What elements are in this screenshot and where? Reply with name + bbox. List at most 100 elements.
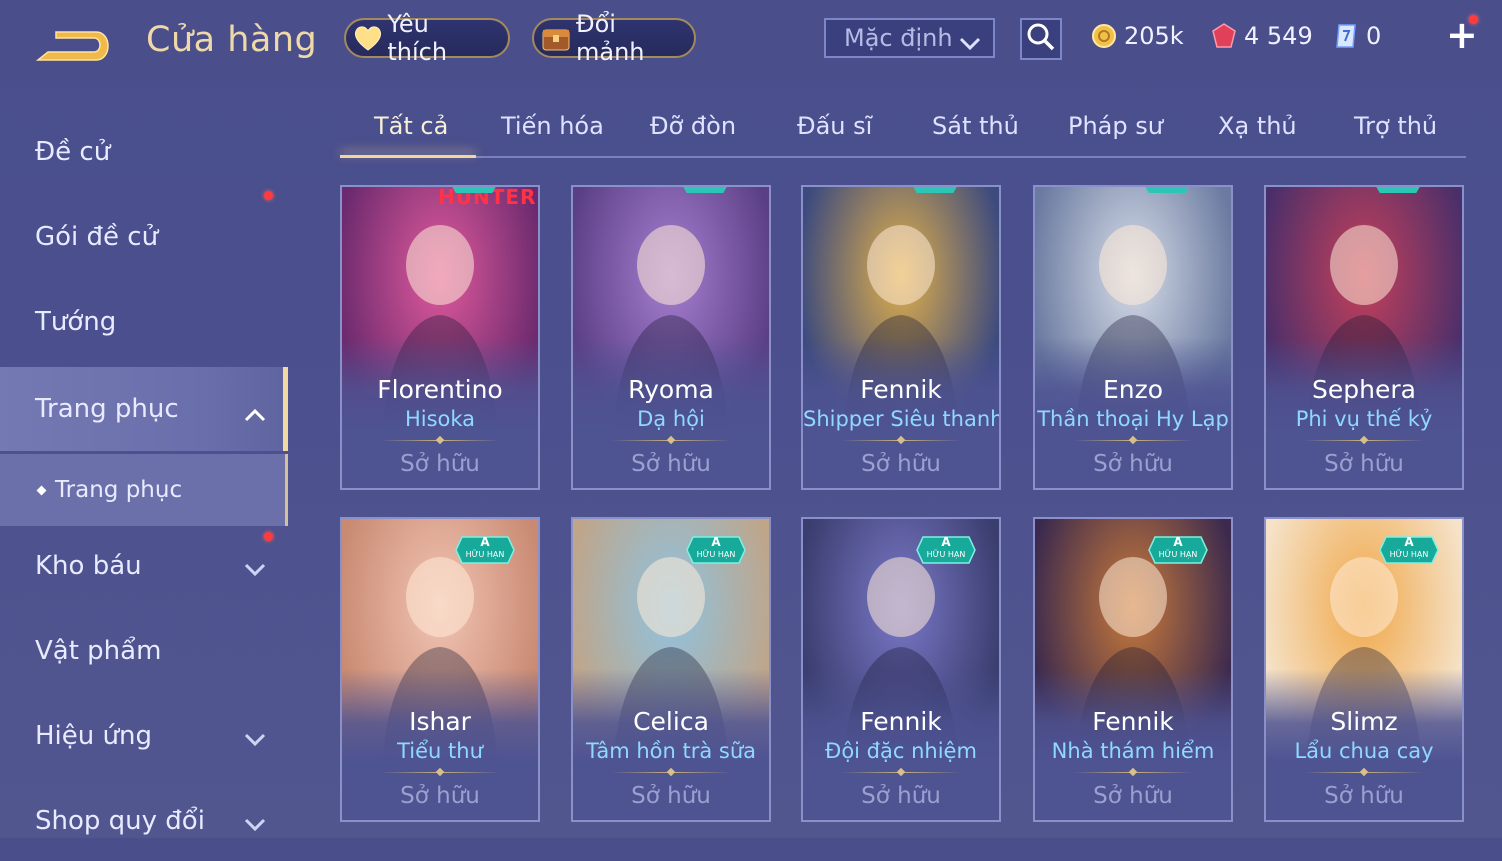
- badge-text: HỮU HẠN: [465, 550, 505, 559]
- sidebar-item-recommended-packs[interactable]: Gói đề cử: [0, 191, 288, 277]
- tab-marksman[interactable]: Xạ thủ: [1218, 112, 1297, 140]
- tab-support[interactable]: Trợ thủ: [1354, 112, 1437, 140]
- sidebar-item-effects[interactable]: Hiệu ứng: [0, 696, 288, 776]
- notification-dot: [264, 191, 273, 200]
- tab-all[interactable]: Tất cả: [374, 112, 448, 140]
- chevron-down-icon: [959, 30, 981, 58]
- skin-name: Shipper Siêu thanh: [803, 407, 1001, 431]
- hero-name: Celica: [633, 707, 709, 736]
- sort-value: Mặc định: [844, 24, 953, 52]
- hero-name: Slimz: [1330, 707, 1398, 736]
- active-tab-indicator: [340, 155, 476, 158]
- chevron-up-icon: [244, 399, 266, 429]
- sidebar-item-recommended[interactable]: Đề cử: [0, 112, 288, 192]
- skin-card[interactable]: A HỮU HẠN Celica Tâm hồn trà sữa Sở hữu: [571, 517, 771, 822]
- sidebar-item-label: Hiệu ứng: [35, 721, 152, 751]
- chevron-down-icon: [244, 809, 266, 839]
- sidebar-item-label: Trang phục: [35, 394, 179, 424]
- badge-grade: A: [480, 535, 490, 549]
- back-icon[interactable]: [34, 26, 114, 66]
- limited-badge-edge: [1143, 187, 1191, 193]
- skin-card[interactable]: A HỮU HẠN Fennik Đội đặc nhiệm Sở hữu: [801, 517, 1001, 822]
- skin-card[interactable]: Enzo Thần thoại Hy Lạp Sở hữu: [1033, 185, 1233, 490]
- skin-card[interactable]: A HỮU HẠN Fennik Nhà thám hiểm Sở hữu: [1033, 517, 1233, 822]
- role-tabs: Tất cả Tiến hóa Đỡ đòn Đấu sĩ Sát thủ Ph…: [340, 100, 1466, 158]
- sidebar-item-exchange-shop[interactable]: Shop quy đổi: [0, 781, 288, 861]
- top-bar: Cửa hàng Yêu thích Đổi mảnh Mặc định 205…: [0, 0, 1502, 90]
- hero-name: Enzo: [1102, 375, 1164, 404]
- sidebar-item-label: Kho báu: [35, 551, 142, 581]
- badge-text: HỮU HẠN: [696, 550, 736, 559]
- skin-name: Tâm hồn trà sữa: [585, 739, 757, 763]
- hero-name: Ryoma: [628, 375, 714, 404]
- skin-card[interactable]: Fennik Shipper Siêu thanh Sở hữu: [801, 185, 1001, 490]
- tab-mage[interactable]: Pháp sư: [1068, 112, 1163, 140]
- skin-card[interactable]: A HỮU HẠN Ishar Tiểu thư Sở hữu: [340, 517, 540, 822]
- hero-name: Sephera: [1312, 375, 1416, 404]
- diamond-bullet-icon: [36, 485, 47, 495]
- sidebar-item-label: Tướng: [35, 307, 117, 337]
- gold-amount: 205k: [1124, 22, 1184, 50]
- skin-name: Hisoka: [404, 407, 476, 431]
- sidebar-subitem-skins[interactable]: Trang phục: [0, 454, 288, 526]
- favorites-button[interactable]: Yêu thích: [344, 10, 510, 66]
- skin-card[interactable]: A HỮU HẠN Slimz Lẩu chua cay Sở hữu: [1264, 517, 1464, 822]
- chevron-down-icon: [244, 554, 266, 584]
- limited-badge: A HỮU HẠN: [685, 533, 747, 567]
- tab-assassin[interactable]: Sát thủ: [932, 112, 1019, 140]
- tab-tank[interactable]: Đỡ đòn: [650, 112, 736, 140]
- skin-name: Dạ hội: [637, 407, 705, 431]
- sidebar-item-label: Gói đề cử: [35, 222, 159, 252]
- gold-coin-icon: [1090, 22, 1118, 50]
- badge-grade: A: [941, 535, 951, 549]
- badge-grade: A: [1404, 535, 1414, 549]
- sidebar-item-label: Vật phẩm: [35, 636, 162, 666]
- limited-badge-edge: [1374, 187, 1422, 193]
- limited-badge-edge: [681, 187, 729, 193]
- tab-fighter[interactable]: Đấu sĩ: [797, 112, 872, 140]
- add-currency-button[interactable]: +: [1446, 16, 1478, 54]
- skin-name: Nhà thám hiểm: [1051, 739, 1215, 763]
- hero-name: Fennik: [1092, 707, 1174, 736]
- sidebar-item-heroes[interactable]: Tướng: [0, 282, 288, 362]
- sidebar-item-skins[interactable]: Trang phục: [0, 367, 288, 451]
- owned-status: Sở hữu: [400, 451, 480, 477]
- notification-dot: [264, 532, 273, 541]
- red-gem-icon: [1210, 22, 1238, 50]
- gem-counter: 4 549: [1210, 18, 1313, 54]
- exchange-fragments-button[interactable]: Đổi mảnh: [532, 10, 696, 66]
- skin-card[interactable]: HUNTER Florentino Hisoka Sở hữu: [340, 185, 540, 490]
- badge-grade: A: [711, 535, 721, 549]
- limited-badge-edge: [450, 187, 498, 193]
- badge-grade: A: [1173, 535, 1183, 549]
- sidebar-item-label: Đề cử: [35, 137, 111, 167]
- skin-card[interactable]: Sephera Phi vụ thế kỷ Sở hữu: [1264, 185, 1464, 490]
- limited-badge: A HỮU HẠN: [1378, 533, 1440, 567]
- sidebar-item-treasure[interactable]: Kho báu: [0, 526, 288, 606]
- voucher-counter: 0: [1332, 18, 1381, 54]
- owned-status: Sở hữu: [400, 783, 480, 809]
- owned-status: Sở hữu: [1093, 451, 1173, 477]
- hero-name: Fennik: [860, 707, 942, 736]
- sidebar: Đề cử Gói đề cử Tướng Trang phục Trang p…: [0, 110, 290, 838]
- notification-dot: [1469, 15, 1478, 24]
- sort-dropdown[interactable]: Mặc định: [824, 18, 995, 58]
- sidebar-item-items[interactable]: Vật phẩm: [0, 611, 288, 691]
- voucher-icon: [1332, 22, 1360, 50]
- badge-text: HỮU HẠN: [1158, 550, 1198, 559]
- owned-status: Sở hữu: [631, 451, 711, 477]
- page-title: Cửa hàng: [146, 20, 318, 60]
- owned-status: Sở hữu: [861, 783, 941, 809]
- tab-evolution[interactable]: Tiến hóa: [501, 112, 604, 140]
- gold-counter: 205k: [1090, 18, 1184, 54]
- limited-badge: A HỮU HẠN: [1147, 533, 1209, 567]
- search-button[interactable]: [1020, 18, 1062, 60]
- hero-name: Florentino: [377, 375, 503, 404]
- skin-name: Tiểu thư: [397, 739, 483, 763]
- skin-card[interactable]: Ryoma Dạ hội Sở hữu: [571, 185, 771, 490]
- hero-name: Fennik: [860, 375, 942, 404]
- owned-status: Sở hữu: [861, 451, 941, 477]
- chevron-down-icon: [244, 724, 266, 754]
- skin-name: Lẩu chua cay: [1294, 739, 1434, 763]
- badge-text: HỮU HẠN: [926, 550, 966, 559]
